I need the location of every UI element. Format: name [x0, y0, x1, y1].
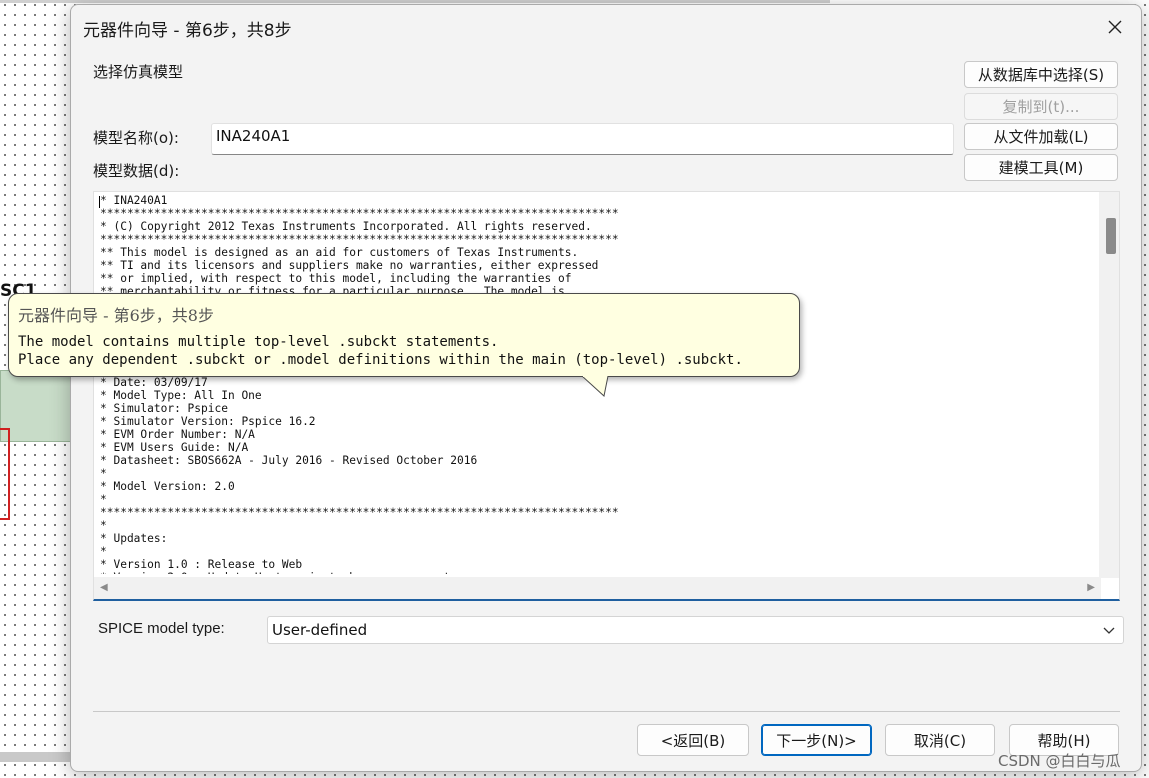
spice-model-type-label: SPICE model type:	[98, 620, 225, 637]
schematic-top-edge	[0, 0, 830, 3]
vertical-scrollbar[interactable]	[1099, 192, 1119, 578]
model-name-input[interactable]: INA240A1	[211, 123, 954, 155]
text-caret	[99, 196, 100, 208]
chevron-down-icon	[1103, 627, 1115, 634]
scroll-left-icon[interactable]: ◀	[100, 582, 108, 593]
dialog-titlebar[interactable]: 元器件向导 - 第6步，共8步	[71, 5, 1141, 49]
dialog-title: 元器件向导 - 第6步，共8步	[83, 21, 292, 41]
tooltip-message-line-1: The model contains multiple top-level .s…	[18, 334, 499, 350]
copy-to-button[interactable]: 复制到(t)...	[964, 93, 1118, 120]
modeling-tool-button[interactable]: 建模工具(M)	[964, 154, 1118, 181]
close-icon	[1108, 20, 1122, 34]
section-heading: 选择仿真模型	[93, 63, 184, 81]
footer-divider	[93, 711, 1120, 712]
model-data-label: 模型数据(d):	[93, 162, 180, 180]
schematic-scrollbar[interactable]	[0, 752, 72, 762]
tooltip-pointer	[582, 376, 609, 397]
schematic-wire	[0, 428, 10, 520]
tooltip-message-line-2: Place any dependent .subckt or .model de…	[18, 352, 743, 368]
spice-model-type-select[interactable]: User-defined	[267, 616, 1124, 644]
scroll-right-icon[interactable]: ▶	[1087, 582, 1095, 593]
tooltip-title: 元器件向导 - 第6步，共8步	[18, 306, 214, 325]
back-button[interactable]: <返回(B)	[637, 724, 749, 756]
cancel-button[interactable]: 取消(C)	[885, 724, 995, 756]
watermark-text: CSDN @白白与瓜	[998, 752, 1121, 770]
load-from-file-button[interactable]: 从文件加载(L)	[964, 123, 1118, 150]
vertical-scroll-thumb[interactable]	[1106, 218, 1116, 254]
next-button[interactable]: 下一步(N)>	[761, 724, 872, 756]
model-name-label: 模型名称(o):	[93, 129, 179, 147]
schematic-component-block[interactable]	[0, 370, 72, 442]
horizontal-scrollbar[interactable]: ◀ ▶	[94, 577, 1101, 599]
select-from-database-button[interactable]: 从数据库中选择(S)	[964, 61, 1118, 88]
spice-model-type-value: User-defined	[272, 621, 368, 639]
error-tooltip: 元器件向导 - 第6步，共8步 The model contains multi…	[8, 293, 800, 377]
close-button[interactable]	[1093, 9, 1137, 45]
